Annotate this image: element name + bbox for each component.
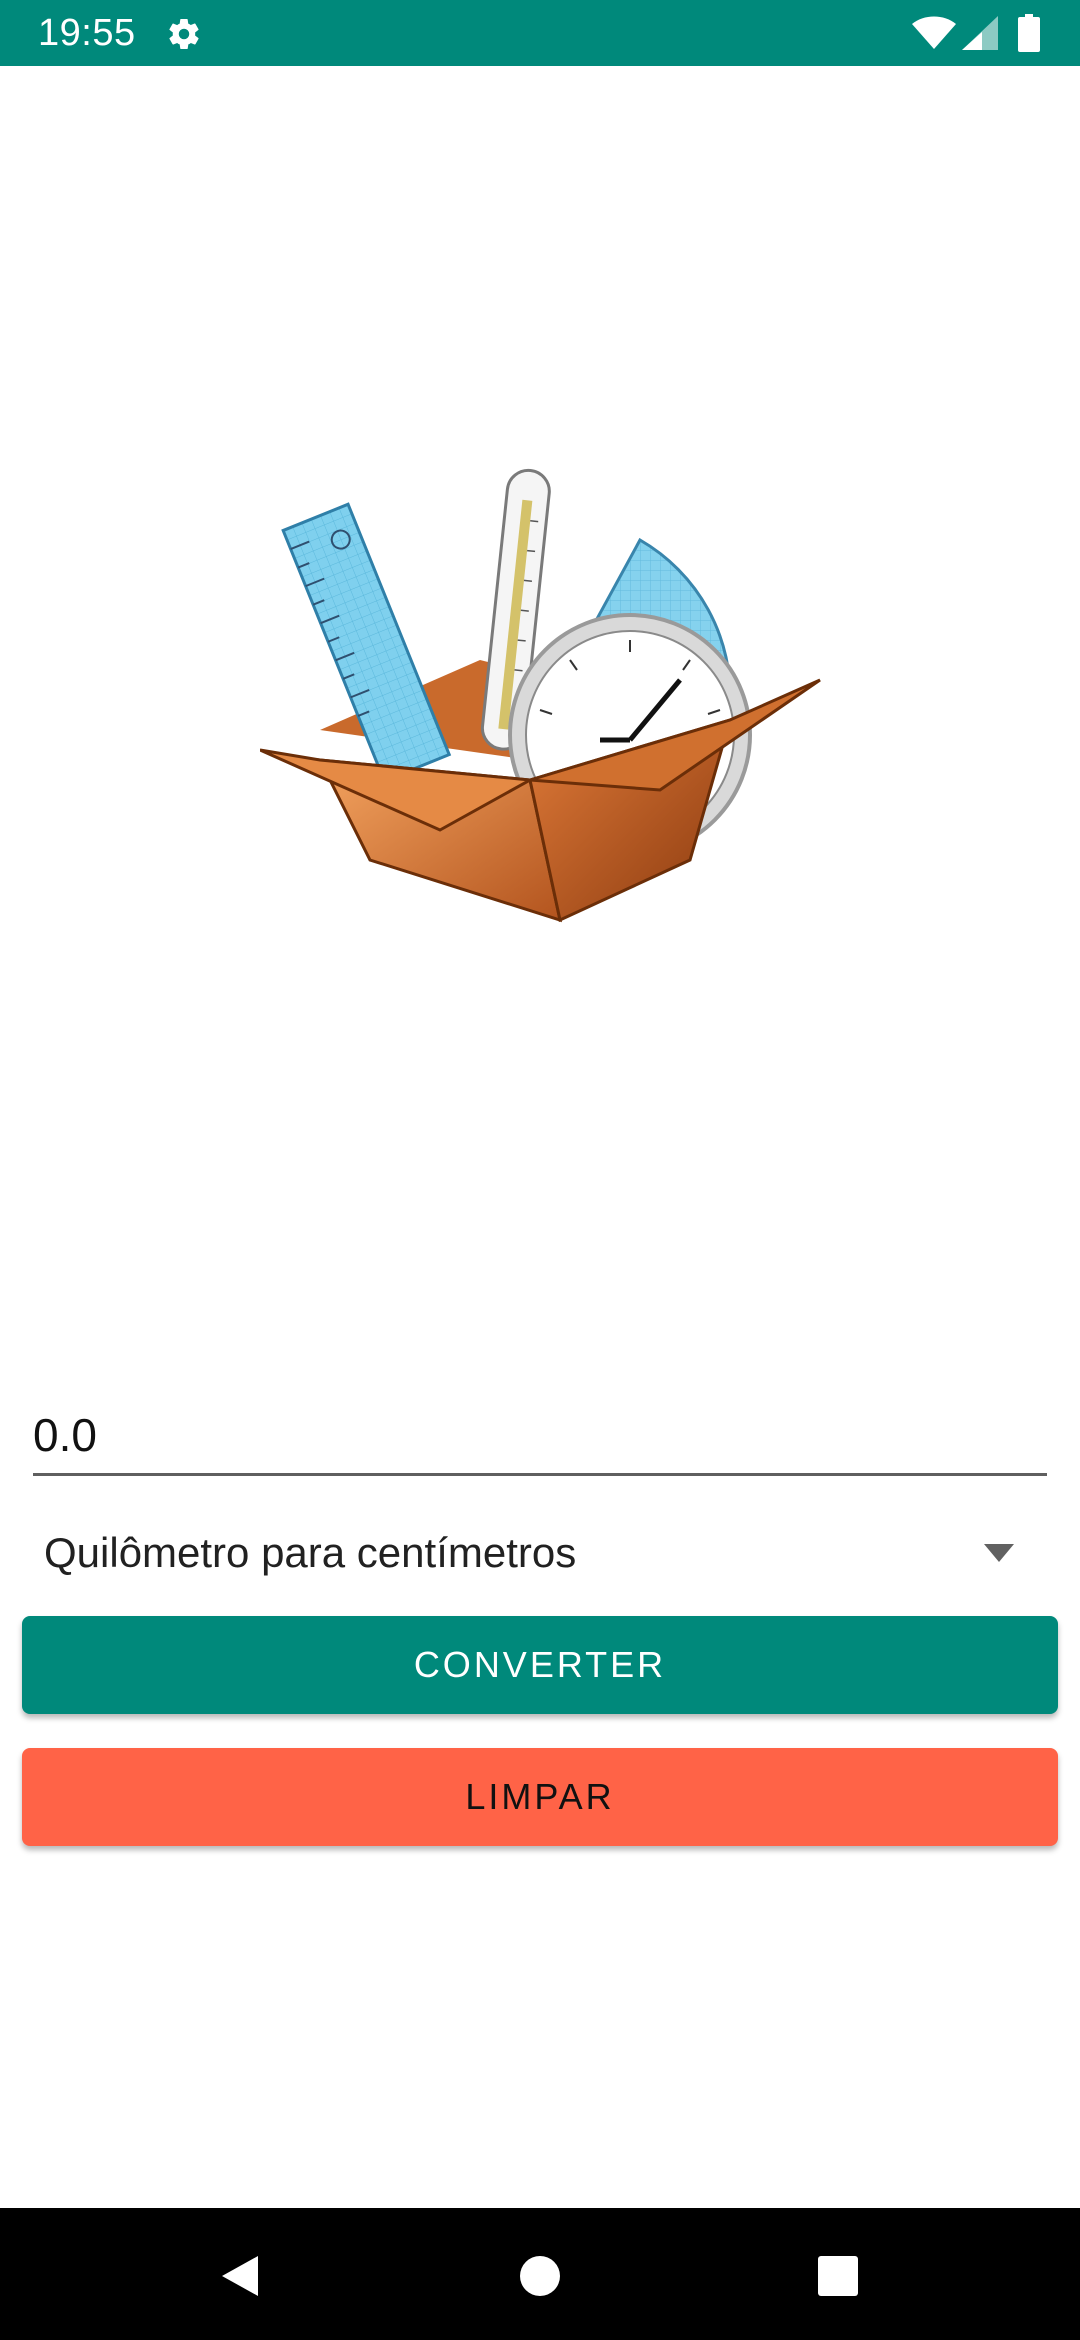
signal-icon: [962, 16, 998, 50]
battery-icon: [1018, 14, 1040, 52]
value-input[interactable]: [33, 1400, 1047, 1476]
wifi-icon: [912, 16, 956, 49]
status-time: 19:55: [38, 12, 136, 54]
clear-button[interactable]: LIMPAR: [22, 1748, 1058, 1846]
gear-icon: [169, 19, 199, 50]
navigation-bar: [0, 2208, 1080, 2340]
convert-button[interactable]: CONVERTER: [22, 1616, 1058, 1714]
recent-apps-icon[interactable]: [818, 2256, 858, 2296]
status-bar: 19:55: [0, 0, 1080, 66]
dropdown-selected-label: Quilômetro para centímetros: [44, 1529, 577, 1576]
measurement-tools-box-illustration: [260, 468, 821, 923]
dropdown-arrow-icon: [984, 1544, 1014, 1562]
conversion-type-dropdown[interactable]: Quilômetro para centímetros: [22, 1510, 1036, 1596]
back-icon[interactable]: [218, 2254, 262, 2298]
home-icon[interactable]: [518, 2254, 562, 2298]
